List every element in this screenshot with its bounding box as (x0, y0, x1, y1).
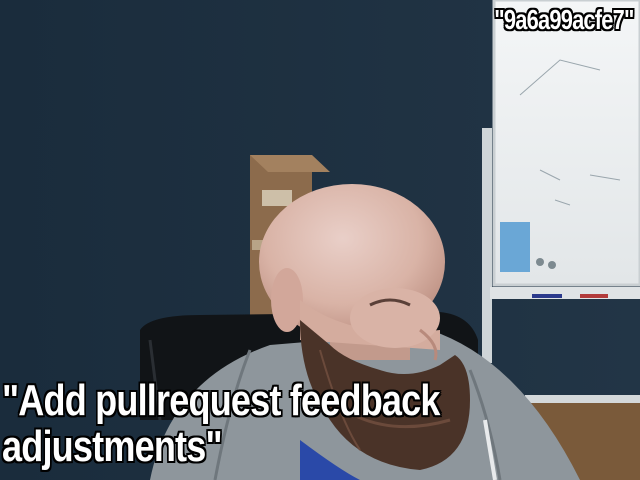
commit-hash-caption: "9a6a99acfe7" (494, 4, 635, 35)
ear (271, 268, 303, 332)
commit-message-caption: "Add pullrequest feedback adjustments" (2, 378, 527, 470)
commit-message-line-2: adjustments" (2, 422, 223, 471)
webcam-frame: "9a6a99acfe7" "Add pullrequest feedback … (0, 0, 640, 480)
commit-message-line-1: "Add pullrequest feedback (2, 376, 440, 425)
